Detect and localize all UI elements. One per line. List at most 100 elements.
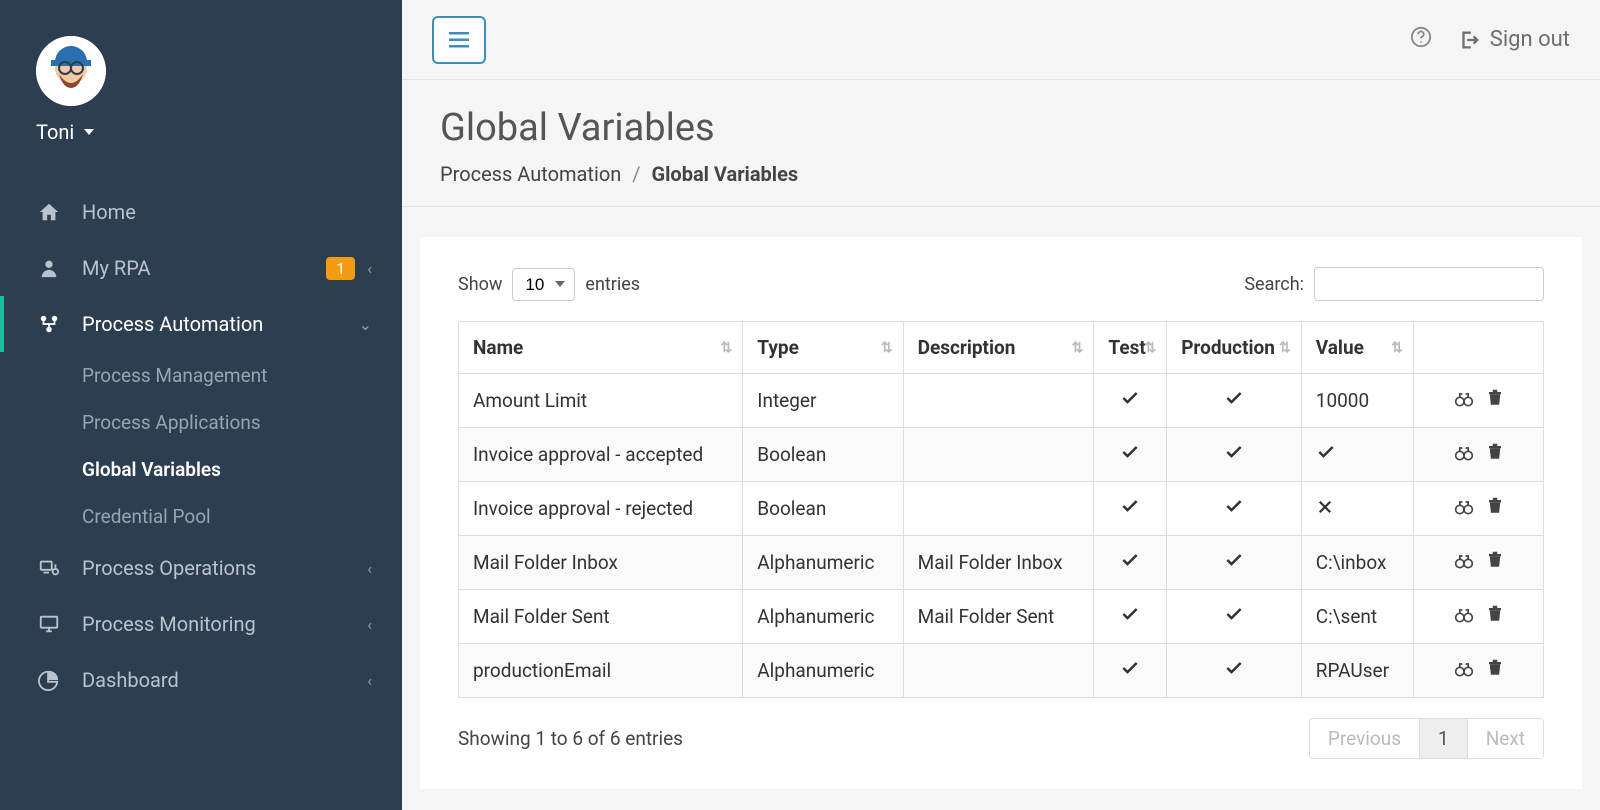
sidebar-item-dashboard[interactable]: Dashboard ‹	[0, 652, 402, 708]
delete-icon[interactable]	[1486, 658, 1504, 683]
check-icon	[1224, 389, 1244, 413]
sort-icon: ⇅	[1391, 344, 1403, 352]
sidebar-item-process-automation[interactable]: Process Automation ⌄	[0, 296, 402, 352]
cross-icon	[1316, 497, 1334, 521]
cell-value: 10000	[1301, 374, 1413, 428]
pagination: Previous 1 Next	[1309, 718, 1544, 759]
subnav-item-process-applications[interactable]: Process Applications	[0, 399, 402, 446]
delete-icon[interactable]	[1486, 442, 1504, 467]
check-icon	[1224, 605, 1244, 629]
check-icon	[1224, 497, 1244, 521]
nav-label: Process Automation	[82, 312, 263, 336]
cell-description	[903, 644, 1094, 698]
subnav-item-credential-pool[interactable]: Credential Pool	[0, 493, 402, 540]
check-icon	[1224, 443, 1244, 467]
delete-icon[interactable]	[1486, 550, 1504, 575]
sidebar-item-process-monitoring[interactable]: Process Monitoring ‹	[0, 596, 402, 652]
pie-icon	[36, 669, 62, 691]
table-row: Amount LimitInteger10000	[459, 374, 1544, 428]
delete-icon[interactable]	[1486, 388, 1504, 413]
page-header: Global Variables Process Automation / Gl…	[402, 80, 1600, 207]
breadcrumb-separator: /	[632, 162, 640, 186]
nav-label: My RPA	[82, 256, 151, 280]
sidebar-item-home[interactable]: Home	[0, 184, 402, 240]
table-info: Showing 1 to 6 of 6 entries	[458, 727, 683, 750]
entries-select[interactable]: 10	[512, 268, 575, 301]
col-name[interactable]: Name⇅	[459, 322, 743, 374]
delete-icon[interactable]	[1486, 496, 1504, 521]
check-icon	[1224, 551, 1244, 575]
chevron-left-icon: ‹	[367, 559, 372, 578]
table-controls: Show 10 entries Search:	[458, 267, 1544, 301]
view-icon[interactable]	[1454, 660, 1474, 683]
cell-name: Invoice approval - rejected	[459, 482, 743, 536]
subnav-item-global-variables[interactable]: Global Variables	[0, 446, 402, 493]
cell-actions	[1414, 374, 1544, 428]
page-1-button[interactable]: 1	[1420, 719, 1468, 758]
cell-production	[1167, 590, 1302, 644]
sidebar: Toni Home My RPA 1 ‹ Process Automation	[0, 0, 402, 810]
check-icon	[1224, 659, 1244, 683]
user-icon	[36, 257, 62, 279]
cell-description: Mail Folder Sent	[903, 590, 1094, 644]
variables-table: Name⇅ Type⇅ Description⇅ Test⇅ Productio…	[458, 321, 1544, 698]
col-test[interactable]: Test⇅	[1094, 322, 1167, 374]
help-icon[interactable]	[1410, 26, 1432, 54]
cell-test	[1094, 428, 1167, 482]
col-production[interactable]: Production⇅	[1167, 322, 1302, 374]
hamburger-button[interactable]	[432, 16, 486, 64]
col-value[interactable]: Value⇅	[1301, 322, 1413, 374]
user-block: Toni	[0, 0, 402, 164]
chevron-left-icon: ‹	[367, 259, 372, 278]
monitor-icon	[36, 613, 62, 635]
nav: Home My RPA 1 ‹ Process Automation ⌄ Pro…	[0, 164, 402, 708]
col-description[interactable]: Description⇅	[903, 322, 1094, 374]
sort-icon: ⇅	[721, 344, 733, 352]
search-label: Search:	[1244, 274, 1304, 295]
cell-type: Alphanumeric	[743, 536, 903, 590]
view-icon[interactable]	[1454, 390, 1474, 413]
cell-value: RPAUser	[1301, 644, 1413, 698]
view-icon[interactable]	[1454, 444, 1474, 467]
caret-down-icon	[84, 129, 94, 135]
nav-label: Process Operations	[82, 556, 256, 580]
sort-icon: ⇅	[1279, 344, 1291, 352]
prev-button[interactable]: Previous	[1310, 719, 1420, 758]
next-button[interactable]: Next	[1468, 719, 1543, 758]
page-title: Global Variables	[440, 106, 1562, 150]
cell-test	[1094, 536, 1167, 590]
table-footer: Showing 1 to 6 of 6 entries Previous 1 N…	[458, 718, 1544, 759]
content-panel: Show 10 entries Search: Name⇅ Type⇅ De	[420, 237, 1582, 789]
table-row: Invoice approval - rejectedBoolean	[459, 482, 1544, 536]
cell-test	[1094, 374, 1167, 428]
show-entries: Show 10 entries	[458, 268, 640, 301]
breadcrumb-parent[interactable]: Process Automation	[440, 162, 621, 186]
sign-out-button[interactable]: Sign out	[1458, 27, 1570, 52]
cell-production	[1167, 536, 1302, 590]
sidebar-item-my-rpa[interactable]: My RPA 1 ‹	[0, 240, 402, 296]
cell-name: Mail Folder Inbox	[459, 536, 743, 590]
cell-value	[1301, 482, 1413, 536]
cell-actions	[1414, 428, 1544, 482]
subnav-item-process-management[interactable]: Process Management	[0, 352, 402, 399]
sort-icon: ⇅	[881, 344, 893, 352]
view-icon[interactable]	[1454, 498, 1474, 521]
cell-type: Boolean	[743, 482, 903, 536]
view-icon[interactable]	[1454, 606, 1474, 629]
sidebar-item-process-operations[interactable]: Process Operations ‹	[0, 540, 402, 596]
cell-test	[1094, 590, 1167, 644]
avatar[interactable]	[36, 36, 106, 106]
cell-production	[1167, 374, 1302, 428]
cell-test	[1094, 482, 1167, 536]
view-icon[interactable]	[1454, 552, 1474, 575]
check-icon	[1316, 443, 1336, 467]
cell-value: C:\inbox	[1301, 536, 1413, 590]
col-type[interactable]: Type⇅	[743, 322, 903, 374]
chevron-left-icon: ‹	[367, 615, 372, 634]
search-input[interactable]	[1314, 267, 1544, 301]
cell-description	[903, 428, 1094, 482]
delete-icon[interactable]	[1486, 604, 1504, 629]
user-name-label: Toni	[36, 120, 74, 144]
cell-production	[1167, 644, 1302, 698]
user-menu[interactable]: Toni	[36, 120, 366, 144]
